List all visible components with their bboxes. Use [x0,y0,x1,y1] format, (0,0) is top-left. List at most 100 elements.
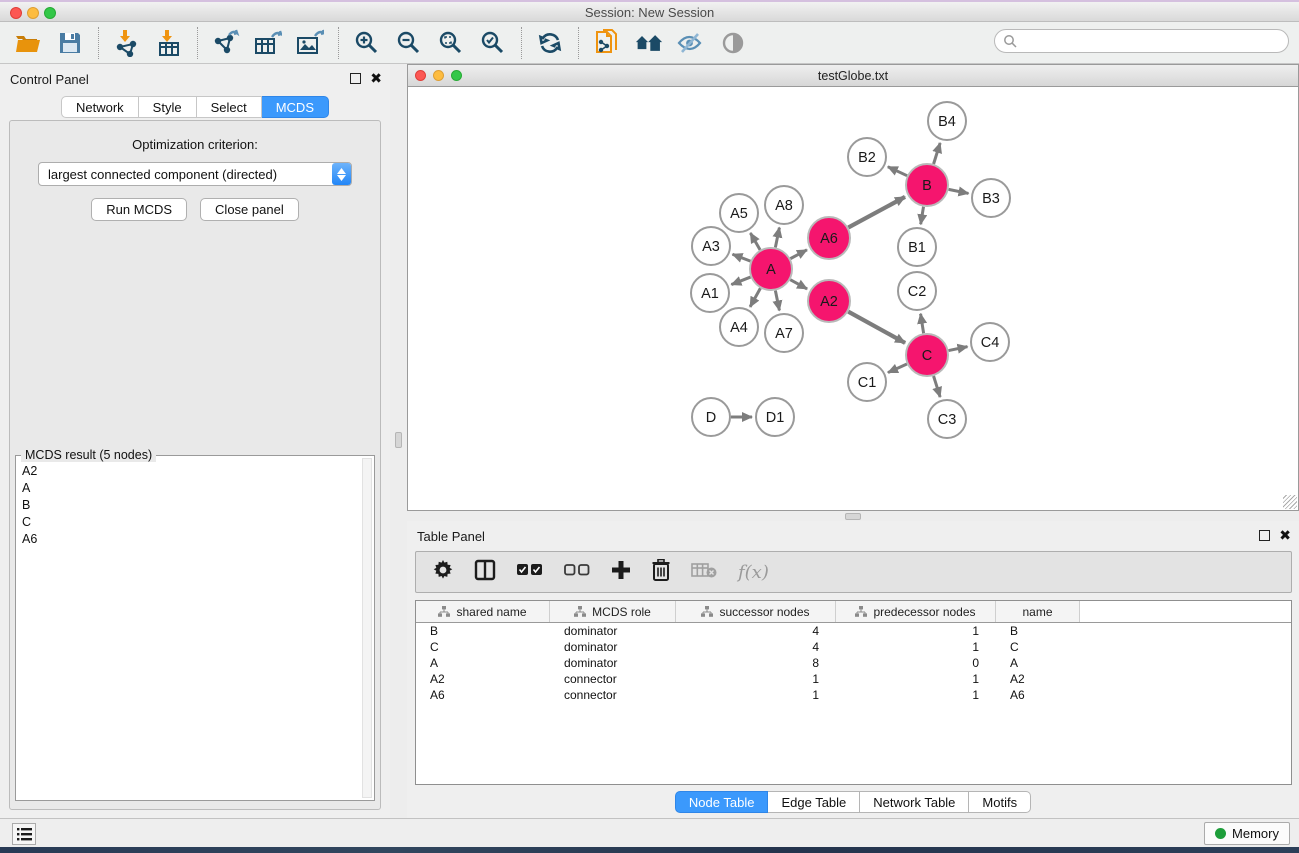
search-field[interactable] [994,29,1289,53]
graph-edge-A-A5[interactable] [750,233,760,250]
mcds-result-item[interactable]: A6 [16,530,361,547]
column-header-MCDS-role[interactable]: MCDS role [550,601,676,622]
graph-edge-A-A6[interactable] [790,250,807,259]
table-cell[interactable]: 1 [836,672,996,686]
run-mcds-button[interactable]: Run MCDS [91,198,187,221]
column-header-successor-nodes[interactable]: successor nodes [676,601,836,622]
float-panel-icon[interactable] [350,73,361,84]
table-cell[interactable]: 4 [676,624,836,638]
export-network-icon[interactable] [212,29,240,57]
table-cell[interactable]: A6 [416,688,550,702]
tab-motifs[interactable]: Motifs [969,791,1031,813]
tab-network-table[interactable]: Network Table [860,791,969,813]
open-file-icon[interactable] [14,29,42,57]
mcds-result-item[interactable]: A2 [16,462,361,479]
table-cell[interactable]: 1 [676,672,836,686]
table-cell[interactable]: dominator [550,624,676,638]
tab-mcds[interactable]: MCDS [262,96,329,118]
import-network-icon[interactable] [113,29,141,57]
delete-table-icon[interactable] [691,561,717,584]
splitter-grip[interactable] [395,432,402,448]
table-cell[interactable]: connector [550,672,676,686]
close-panel-icon[interactable]: ✖ [1279,528,1291,543]
save-icon[interactable] [56,29,84,57]
graph-edge-A-A1[interactable] [731,277,750,285]
zoom-selected-icon[interactable] [479,29,507,57]
mcds-result-item[interactable]: A [16,479,361,496]
show-columns-icon[interactable] [474,559,496,586]
table-cell[interactable]: 1 [676,688,836,702]
function-builder-icon[interactable]: f(x) [738,562,769,583]
zoom-out-icon[interactable] [395,29,423,57]
tab-node-table[interactable]: Node Table [675,791,769,813]
table-cell[interactable]: 1 [836,624,996,638]
graph-edge-C-C4[interactable] [949,347,968,351]
graph-edge-B-B4[interactable] [934,143,941,164]
column-header-predecessor-nodes[interactable]: predecessor nodes [836,601,996,622]
table-cell[interactable]: A [996,656,1080,670]
tab-network[interactable]: Network [61,96,139,118]
network-from-selection-icon[interactable] [593,29,621,57]
graph-edge-A-A3[interactable] [732,254,750,261]
vertical-splitter[interactable] [390,64,407,818]
select-all-icon[interactable] [517,563,543,581]
table-row[interactable]: Bdominator41B [416,623,1291,639]
graph-edge-C-C1[interactable] [888,364,907,373]
table-cell[interactable]: dominator [550,656,676,670]
table-cell[interactable]: 0 [836,656,996,670]
hide-selected-icon[interactable] [677,29,705,57]
result-list-scrollbar[interactable] [362,458,372,798]
column-header-shared-name[interactable]: shared name [416,601,550,622]
close-panel-icon[interactable]: ✖ [370,71,382,86]
table-cell[interactable]: C [996,640,1080,654]
graph-edge-A2-C[interactable] [848,312,905,343]
table-cell[interactable]: C [416,640,550,654]
horizontal-splitter[interactable] [407,511,1299,521]
close-panel-button[interactable]: Close panel [200,198,299,221]
table-cell[interactable]: A [416,656,550,670]
table-settings-gear-icon[interactable] [433,560,453,585]
graph-edge-A-A4[interactable] [750,288,760,307]
deselect-all-icon[interactable] [564,563,590,581]
refresh-icon[interactable] [536,29,564,57]
graph-edge-A-A8[interactable] [775,228,779,248]
add-column-icon[interactable] [611,560,631,585]
table-cell[interactable]: 1 [836,640,996,654]
zoom-in-icon[interactable] [353,29,381,57]
export-image-icon[interactable] [296,29,324,57]
table-row[interactable]: A2connector11A2 [416,671,1291,687]
show-all-icon[interactable] [719,29,747,57]
table-cell[interactable]: B [416,624,550,638]
table-cell[interactable]: 4 [676,640,836,654]
graph-edge-B-B1[interactable] [921,207,924,225]
graph-edge-A6-B[interactable] [848,197,905,228]
first-neighbors-icon[interactable] [635,29,663,57]
window-resize-grip[interactable] [1283,495,1297,509]
optimization-criterion-dropdown[interactable]: largest connected component (directed) [38,162,352,186]
graph-edge-C-C3[interactable] [934,376,941,397]
table-cell[interactable]: connector [550,688,676,702]
graph-edge-B-B3[interactable] [949,189,969,193]
memory-button[interactable]: Memory [1204,822,1290,845]
table-row[interactable]: Cdominator41C [416,639,1291,655]
table-cell[interactable]: A2 [416,672,550,686]
table-row[interactable]: Adominator80A [416,655,1291,671]
zoom-fit-icon[interactable] [437,29,465,57]
column-header-name[interactable]: name [996,601,1080,622]
table-cell[interactable]: 1 [836,688,996,702]
table-cell[interactable]: A6 [996,688,1080,702]
mcds-result-item[interactable]: C [16,513,361,530]
network-canvas[interactable]: B4B2BB3B1A5A8A6A3AA1A2A4A7C2C4CC1C3DD1 [408,87,1298,510]
search-input[interactable] [1018,34,1288,48]
mcds-result-item[interactable]: B [16,496,361,513]
import-table-icon[interactable] [155,29,183,57]
tab-select[interactable]: Select [197,96,262,118]
graph-edge-A-A7[interactable] [775,291,779,311]
export-table-icon[interactable] [254,29,282,57]
splitter-grip[interactable] [845,513,861,520]
table-cell[interactable]: dominator [550,640,676,654]
float-panel-icon[interactable] [1259,530,1270,541]
graph-edge-B-B2[interactable] [888,167,907,176]
table-cell[interactable]: A2 [996,672,1080,686]
delete-column-icon[interactable] [652,559,670,586]
